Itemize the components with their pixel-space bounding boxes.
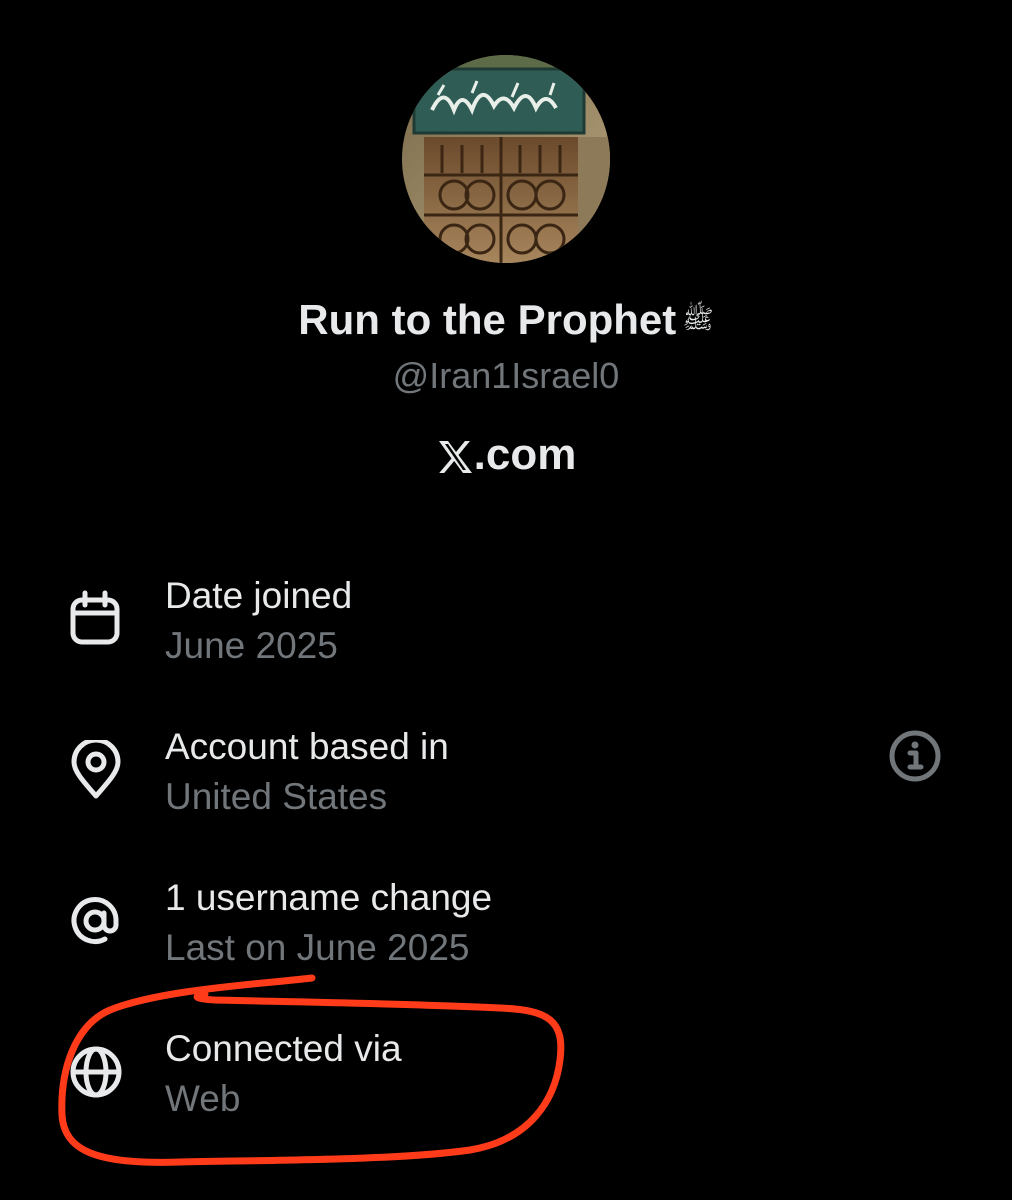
globe-icon [66,1042,126,1102]
username-change-label: 1 username change [165,877,493,918]
username-change-row: 1 username change Last on June 2025 [0,877,1012,1007]
display-name-text: Run to the Prophet [298,296,677,343]
connected-via-row: Connected via Web [0,1028,1012,1158]
date-joined-value: June 2025 [165,625,338,666]
avatar-image [402,55,610,263]
account-location-value: United States [165,776,388,817]
connected-via-label: Connected via [165,1028,402,1069]
date-joined-label: Date joined [165,575,353,616]
date-joined-row: Date joined June 2025 [0,575,1012,705]
connected-via-value: Web [165,1078,241,1119]
calendar-icon [66,589,126,649]
location-pin-icon [66,737,126,800]
site-domain: .com [473,430,577,479]
account-location-row: Account based in United States [0,726,1012,856]
x-logo-icon [436,436,472,486]
display-name: Run to the Prophet ﷺ [0,296,1012,344]
profile-handle: @Iran1Israel0 [392,355,620,396]
site-label: .com [0,430,1012,486]
username-change-value: Last on June 2025 [165,927,470,968]
honorific-glyph: ﷺ [682,304,714,334]
account-location-label: Account based in [165,726,449,767]
info-icon[interactable] [887,728,943,784]
at-sign-icon [66,891,126,951]
profile-avatar[interactable] [402,55,610,263]
